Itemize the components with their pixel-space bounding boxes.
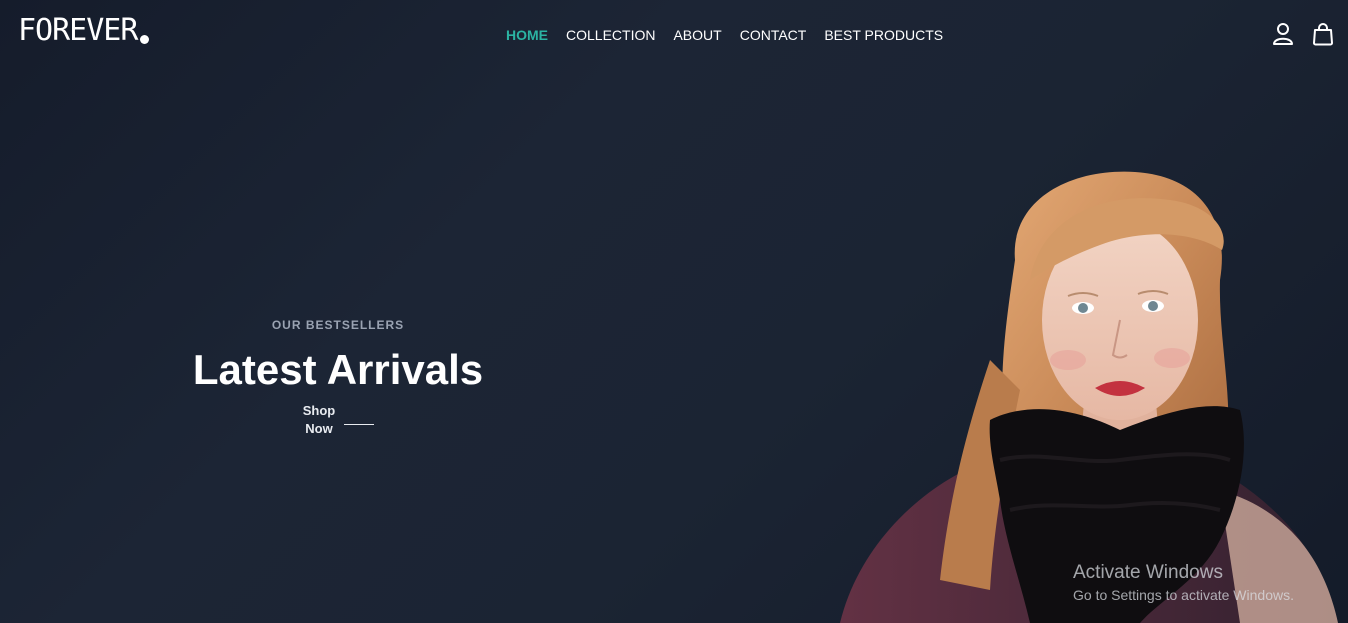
logo[interactable]: FOREVER [18,13,150,48]
logo-dot [140,35,150,44]
nav-contact[interactable]: CONTACT [740,26,807,44]
nav-collection[interactable]: COLLECTION [566,26,655,44]
logo-text: FOREVER [18,13,138,48]
shop-now-underline [344,423,374,425]
hero-headline: Latest Arrivals [192,346,484,393]
hero-text: OUR BESTSELLERS Latest Arrivals Shop Now [160,318,516,438]
watermark-title: Activate Windows [1073,562,1223,583]
watermark-subtitle: Go to Settings to activate Windows. [1073,587,1294,603]
hero-image [820,160,1348,623]
site-header: FOREVER HOME COLLECTION ABOUT CONTACT BE… [0,0,1348,70]
main-nav: HOME COLLECTION ABOUT CONTACT BEST PRODU… [506,26,943,44]
shopping-bag-icon[interactable] [1312,22,1334,46]
header-actions [1272,22,1334,46]
hero-eyebrow: OUR BESTSELLERS [271,318,405,332]
nav-best-products[interactable]: BEST PRODUCTS [824,26,943,44]
windows-watermark: Activate Windows Go to Settings to activ… [1073,562,1294,605]
nav-home[interactable]: HOME [506,26,548,44]
user-icon[interactable] [1272,22,1294,46]
shop-now-button[interactable]: Shop Now [302,402,374,438]
shop-now-label: Shop Now [302,403,336,436]
nav-about[interactable]: ABOUT [673,26,721,44]
